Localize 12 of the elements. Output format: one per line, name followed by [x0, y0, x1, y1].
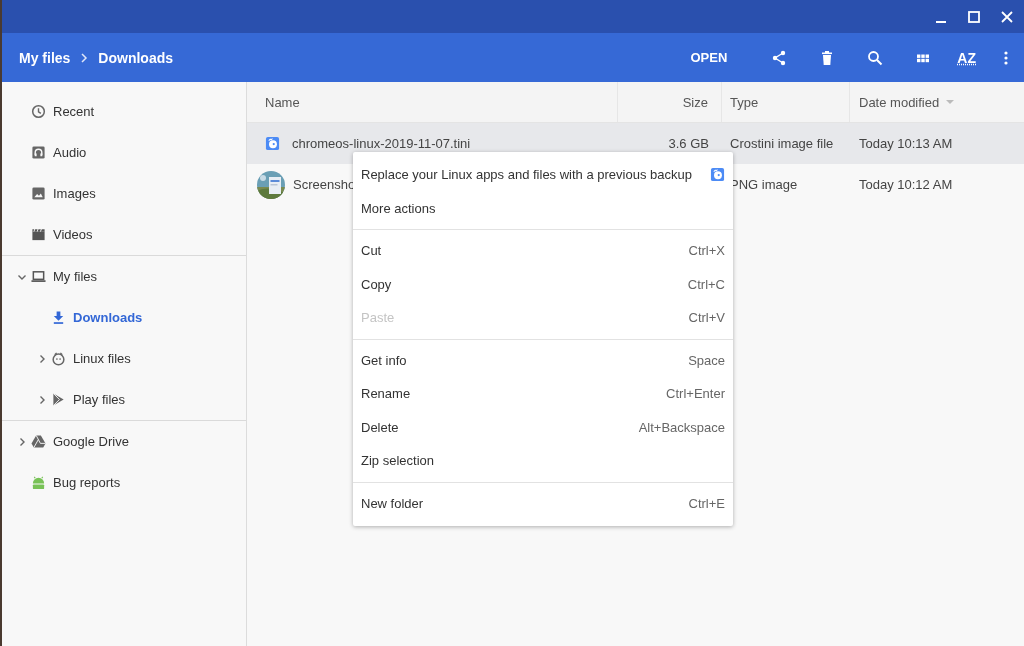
shortcut-label: Alt+Backspace	[638, 419, 725, 435]
shortcut-label: Ctrl+V	[688, 310, 725, 326]
shortcut-label: Ctrl+C	[687, 276, 725, 292]
file-type: Crostini image file	[730, 136, 834, 151]
shortcut-label: Ctrl+X	[688, 243, 725, 259]
shortcut-label: Space	[688, 352, 725, 368]
shortcut-label: Ctrl+E	[688, 495, 725, 511]
file-size: 3.6 GB	[668, 136, 709, 151]
shortcut-label: Ctrl+Enter	[666, 386, 725, 402]
date-modified: Today 10:12 AM	[859, 177, 953, 192]
date-modified: Today 10:13 AM	[859, 136, 953, 151]
file-name: chromeos-linux-2019-11-07.tini	[292, 136, 471, 151]
